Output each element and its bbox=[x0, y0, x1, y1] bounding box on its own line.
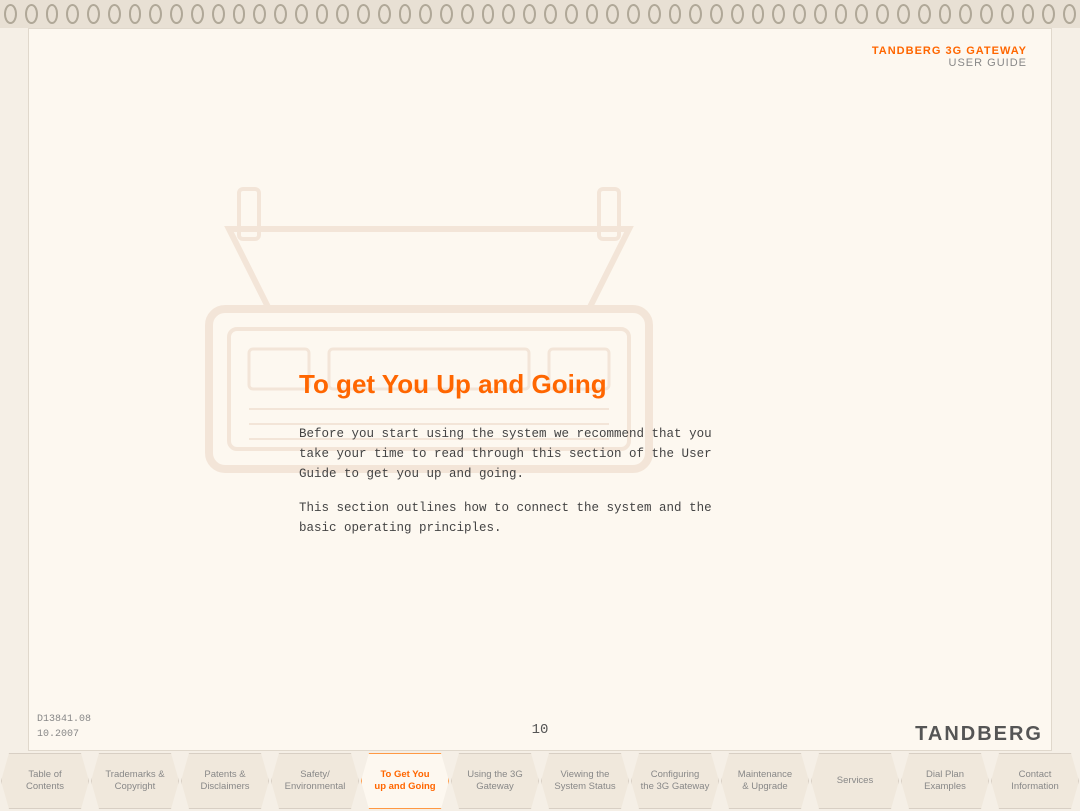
main-paragraph-1: Before you start using the system we rec… bbox=[299, 424, 719, 484]
spiral-ring bbox=[1042, 4, 1055, 24]
doc-date: 10.2007 bbox=[37, 727, 91, 742]
spiral-ring bbox=[46, 4, 59, 24]
spiral-ring bbox=[253, 4, 266, 24]
spiral-ring bbox=[606, 4, 619, 24]
spiral-ring bbox=[897, 4, 910, 24]
nav-tab-viewing-system-status[interactable]: Viewing theSystem Status bbox=[541, 753, 629, 809]
header-brand: TANDBERG 3G GATEWAY bbox=[872, 45, 1027, 57]
header-guide: USER GUIDE bbox=[872, 57, 1027, 69]
spiral-ring bbox=[4, 4, 17, 24]
nav-tab-configuring-3g-gateway[interactable]: Configuringthe 3G Gateway bbox=[631, 753, 719, 809]
spiral-ring bbox=[689, 4, 702, 24]
spiral-ring bbox=[793, 4, 806, 24]
page-number: 10 bbox=[532, 722, 549, 738]
main-content: To get You Up and Going Before you start… bbox=[299, 369, 719, 552]
spiral-ring bbox=[482, 4, 495, 24]
nav-tab-services[interactable]: Services bbox=[811, 753, 899, 809]
nav-tab-contact-information[interactable]: ContactInformation bbox=[991, 753, 1079, 809]
spiral-ring bbox=[939, 4, 952, 24]
spiral-ring bbox=[233, 4, 246, 24]
header: TANDBERG 3G GATEWAY USER GUIDE bbox=[872, 45, 1027, 69]
spiral-ring bbox=[731, 4, 744, 24]
page-area: TANDBERG 3G GATEWAY USER GUIDE To get Yo… bbox=[28, 28, 1052, 751]
spiral-ring bbox=[357, 4, 370, 24]
spiral-ring bbox=[378, 4, 391, 24]
bottom-nav: Table ofContentsTrademarks &CopyrightPat… bbox=[0, 751, 1080, 811]
spiral-ring bbox=[586, 4, 599, 24]
spiral-ring bbox=[565, 4, 578, 24]
spiral-ring bbox=[419, 4, 432, 24]
spiral-ring bbox=[814, 4, 827, 24]
nav-tab-safety-environmental[interactable]: Safety/Environmental bbox=[271, 753, 359, 809]
spiral-ring bbox=[191, 4, 204, 24]
doc-id: D13841.08 bbox=[37, 712, 91, 727]
spiral-binding bbox=[0, 0, 1080, 28]
nav-tab-trademarks-copyright[interactable]: Trademarks &Copyright bbox=[91, 753, 179, 809]
doc-info: D13841.08 10.2007 bbox=[37, 712, 91, 742]
spiral-ring bbox=[440, 4, 453, 24]
spiral-ring bbox=[876, 4, 889, 24]
spiral-ring bbox=[295, 4, 308, 24]
nav-tab-dial-plan-examples[interactable]: Dial PlanExamples bbox=[901, 753, 989, 809]
spiral-ring bbox=[502, 4, 515, 24]
spiral-ring bbox=[66, 4, 79, 24]
nav-tab-table-of-contents[interactable]: Table ofContents bbox=[1, 753, 89, 809]
spiral-ring bbox=[523, 4, 536, 24]
spiral-ring bbox=[835, 4, 848, 24]
nav-tab-maintenance-upgrade[interactable]: Maintenance& Upgrade bbox=[721, 753, 809, 809]
spiral-ring bbox=[399, 4, 412, 24]
spiral-ring bbox=[772, 4, 785, 24]
spiral-ring bbox=[87, 4, 100, 24]
brand-prefix: TANDBERG bbox=[872, 45, 942, 57]
spiral-ring bbox=[129, 4, 142, 24]
nav-tab-patents-disclaimers[interactable]: Patents &Disclaimers bbox=[181, 753, 269, 809]
tandberg-logo: TANDBERG bbox=[915, 723, 1043, 746]
spiral-ring bbox=[648, 4, 661, 24]
spiral-ring bbox=[149, 4, 162, 24]
page-title: To get You Up and Going bbox=[299, 369, 719, 400]
spiral-ring bbox=[980, 4, 993, 24]
spiral-ring bbox=[25, 4, 38, 24]
spiral-ring bbox=[710, 4, 723, 24]
nav-tab-get-you-up-going[interactable]: To Get Youup and Going bbox=[361, 753, 449, 809]
spiral-ring bbox=[212, 4, 225, 24]
spiral-ring bbox=[274, 4, 287, 24]
spiral-ring bbox=[544, 4, 557, 24]
spiral-ring bbox=[316, 4, 329, 24]
spiral-ring bbox=[170, 4, 183, 24]
spiral-ring bbox=[1022, 4, 1035, 24]
spiral-ring bbox=[461, 4, 474, 24]
main-paragraph-2: This section outlines how to connect the… bbox=[299, 498, 719, 538]
spiral-ring bbox=[1063, 4, 1076, 24]
spiral-ring bbox=[669, 4, 682, 24]
nav-tab-using-3g-gateway[interactable]: Using the 3GGateway bbox=[451, 753, 539, 809]
spiral-ring bbox=[108, 4, 121, 24]
spiral-ring bbox=[959, 4, 972, 24]
spiral-ring bbox=[1001, 4, 1014, 24]
spiral-ring bbox=[336, 4, 349, 24]
spiral-ring bbox=[752, 4, 765, 24]
spiral-ring bbox=[918, 4, 931, 24]
brand-product: 3G GATEWAY bbox=[945, 45, 1027, 57]
spiral-ring bbox=[627, 4, 640, 24]
spiral-ring bbox=[855, 4, 868, 24]
